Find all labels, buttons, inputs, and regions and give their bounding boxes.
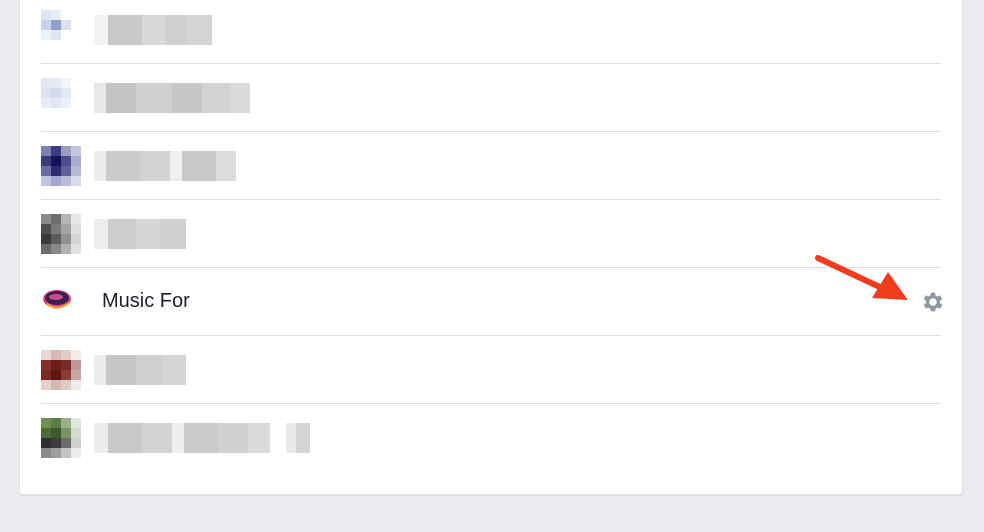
- redacted-app-name: [94, 150, 236, 181]
- app-row-music-for[interactable]: Music For: [41, 268, 943, 336]
- app-icon: [41, 349, 81, 390]
- redacted-app-name: [94, 423, 310, 453]
- music-app-icon: [41, 282, 81, 322]
- redacted-app-name: [94, 14, 212, 45]
- app-name: Music For: [102, 290, 190, 312]
- apps-settings-card: Music For: [19, 0, 963, 495]
- app-row[interactable]: [41, 64, 941, 132]
- app-row[interactable]: [41, 132, 941, 200]
- app-row[interactable]: [41, 336, 941, 404]
- app-icon: [41, 418, 81, 458]
- app-row[interactable]: [41, 200, 941, 268]
- gear-icon[interactable]: [920, 289, 946, 315]
- app-row[interactable]: [41, 404, 941, 472]
- app-icon: [41, 77, 81, 118]
- app-list: Music For: [41, 0, 943, 472]
- app-icon: [41, 9, 81, 50]
- app-icon: [41, 145, 81, 186]
- redacted-app-name: [94, 218, 186, 249]
- app-row[interactable]: [41, 0, 941, 64]
- app-icon: [41, 213, 81, 254]
- redacted-app-name: [94, 82, 250, 113]
- redacted-app-name: [94, 354, 186, 385]
